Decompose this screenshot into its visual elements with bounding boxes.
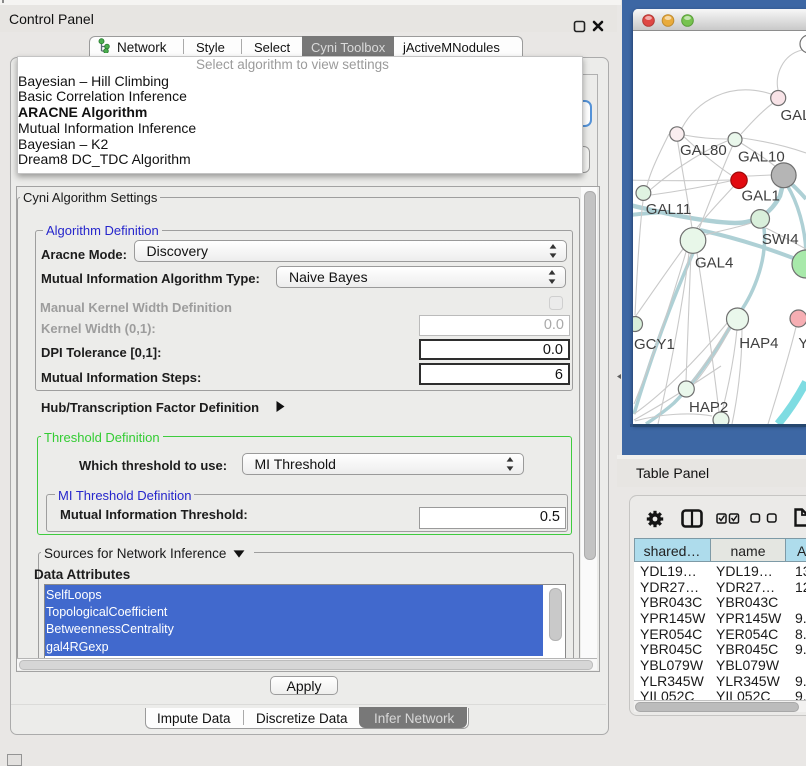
- svg-text:GAL11: GAL11: [646, 201, 692, 218]
- svg-text:GAL4: GAL4: [695, 255, 733, 272]
- svg-text:GAL80: GAL80: [680, 142, 727, 159]
- svg-text:GCY1: GCY1: [634, 336, 675, 353]
- svg-text:GAL1: GAL1: [742, 188, 780, 205]
- svg-text:GAL10: GAL10: [738, 149, 785, 166]
- svg-text:SWI4: SWI4: [762, 231, 799, 248]
- svg-text:GAL7: GAL7: [781, 107, 806, 124]
- svg-text:HAP2: HAP2: [689, 399, 728, 416]
- svg-text:HAP4: HAP4: [739, 335, 778, 352]
- svg-text:Y: Y: [798, 335, 806, 352]
